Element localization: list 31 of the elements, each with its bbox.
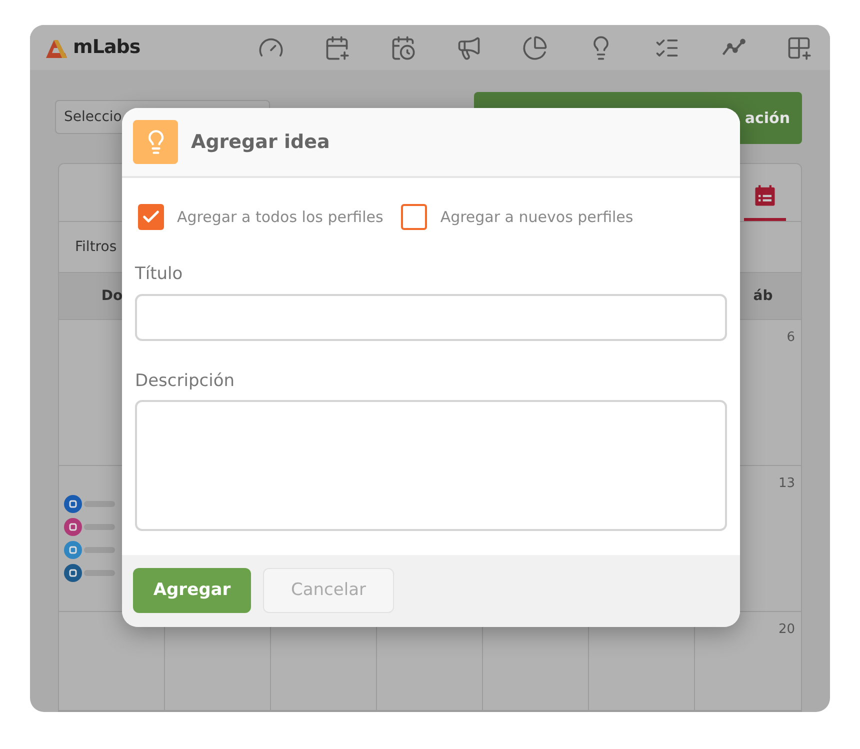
cancel-button[interactable]: Cancelar [263,568,394,613]
placeholder-bar [84,501,115,507]
day-number: 13 [778,475,795,493]
logo-text: mLabs [73,35,140,60]
weekday-header: áb [753,286,773,306]
filters-label: Filtros [75,238,117,256]
social-icon [64,541,82,559]
social-icon [64,518,82,536]
checkbox[interactable] [138,204,164,230]
field-label: Descripción [135,371,236,391]
placeholder-bar [84,547,115,553]
calendar-plus-icon[interactable] [324,34,350,60]
pie-chart-icon[interactable] [522,34,548,60]
day-number: 20 [778,621,795,639]
social-icon [64,564,82,582]
title-field[interactable] [135,294,727,341]
day-number: 6 [786,329,795,347]
checkbox-option[interactable]: Agregar a todos los perfiles [138,204,384,230]
checkbox-option[interactable]: Agregar a nuevos perfiles [401,204,634,230]
add-button[interactable]: Agregar [133,568,251,613]
dialog-title: Agregar idea [191,130,330,155]
weekday-header: Do [101,286,123,306]
social-icon [64,495,82,513]
calendar-clock-icon[interactable] [390,34,416,60]
placeholder-bar [84,570,115,576]
field-label: Título [135,264,184,284]
megaphone-icon[interactable] [456,34,482,60]
grid-plus-icon[interactable] [786,34,812,60]
checkbox[interactable] [401,204,428,230]
placeholder-bar [84,524,115,530]
description-field[interactable] [135,400,727,531]
